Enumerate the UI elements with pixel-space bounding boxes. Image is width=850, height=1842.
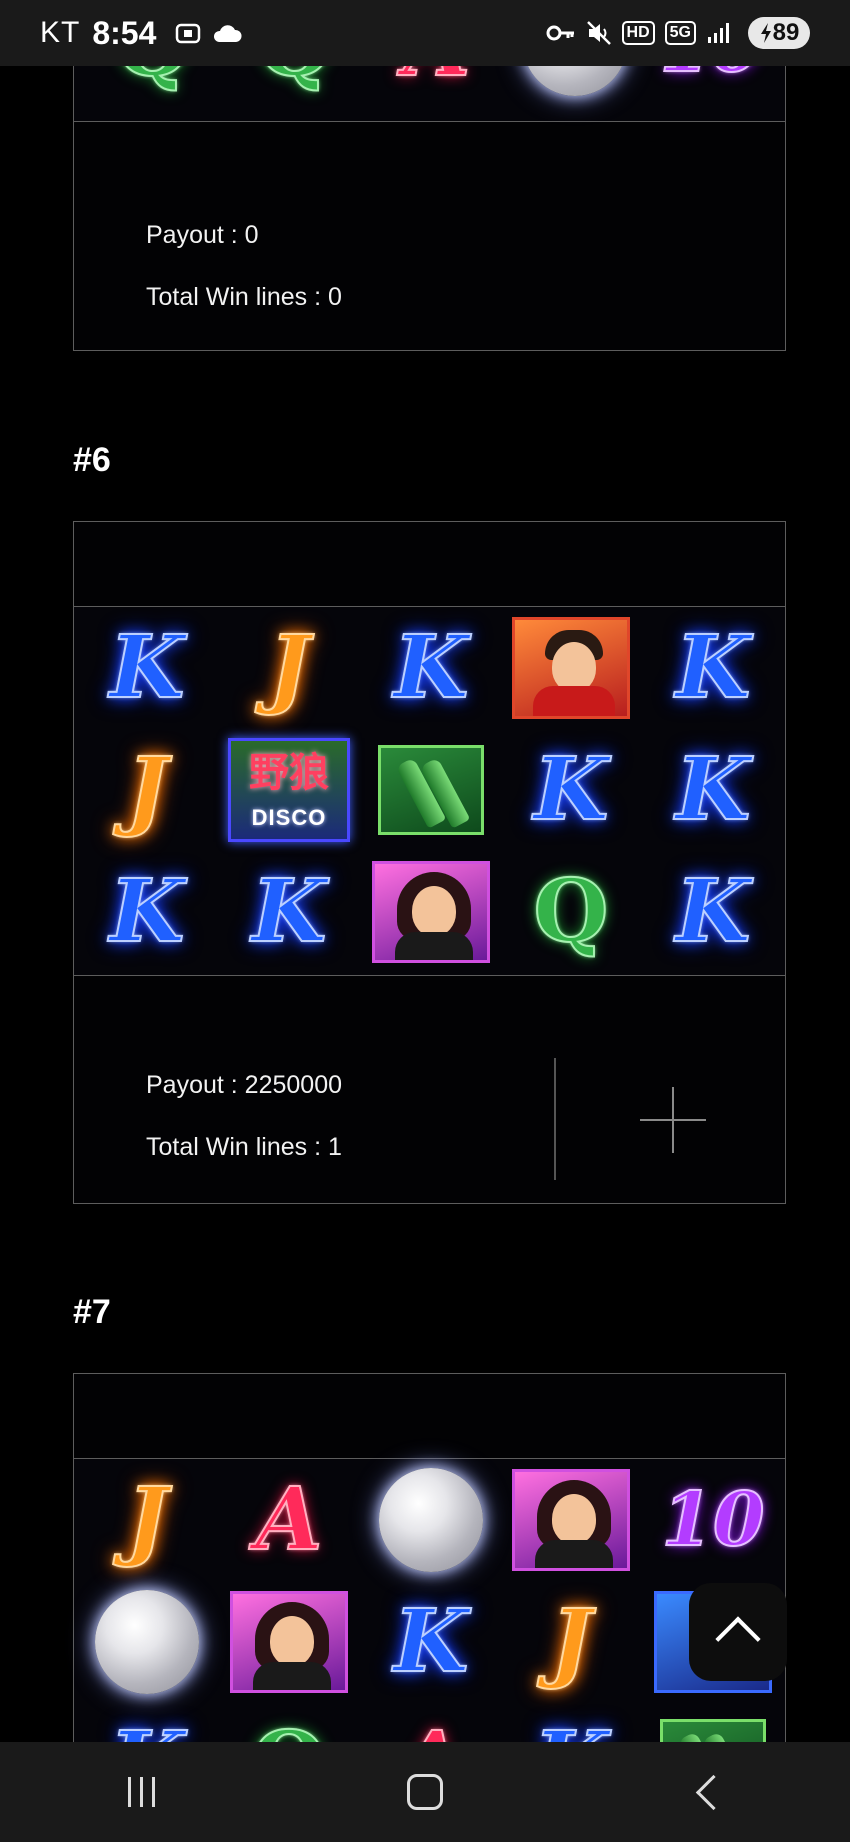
disco-title: 野狼 — [249, 751, 329, 795]
reel-symbol-j: J — [268, 617, 311, 718]
win-lines-text: Total Win lines : 1 — [146, 1133, 342, 1161]
battery-level: 89 — [772, 19, 800, 46]
divider — [554, 1058, 556, 1180]
reel-symbol-10: 10 — [661, 1477, 766, 1563]
reel-symbol-k: K — [675, 739, 752, 840]
woman-portrait-symbol — [500, 1459, 642, 1581]
reel-symbol-k: K — [76, 1703, 218, 1743]
cloud-icon — [214, 25, 242, 42]
spin-card-6: K J K K J 野狼 DISCO K K K K Q K Payout: … — [73, 521, 786, 1204]
home-button[interactable] — [365, 1752, 485, 1832]
moon-symbol — [360, 1459, 502, 1581]
reel-symbol-k: K — [500, 1703, 642, 1743]
scroll-content[interactable]: Q Q A 10 Payout : 0 Total Win lines : 0 … — [0, 0, 850, 1742]
payout-text: Payout : 2250000 — [146, 1071, 342, 1099]
reel-symbol-k: K — [393, 617, 470, 718]
carrier: KT — [40, 16, 81, 49]
woman-portrait-symbol — [360, 851, 502, 973]
chevron-up-icon — [715, 1616, 761, 1662]
battery-indicator: 89 — [748, 17, 810, 49]
spin-heading: #7 — [73, 1293, 111, 1331]
recents-icon — [128, 1777, 156, 1807]
reel-symbol-k: K — [109, 617, 186, 718]
payout-text: Payout : 0 — [146, 221, 259, 249]
win-lines-text: Total Win lines : 0 — [146, 283, 342, 311]
disco-wild-symbol: 野狼 DISCO — [218, 729, 360, 851]
spin-heading: #6 — [73, 441, 111, 479]
reel-symbol-j: J — [550, 1591, 593, 1692]
reel-symbol-a: A — [255, 1469, 324, 1570]
reel-symbol-k: K — [393, 1591, 470, 1692]
plus-icon[interactable] — [640, 1087, 706, 1153]
reel-symbol-k: K — [109, 861, 186, 962]
spin-card-7: J A 10 K J K Q A K — [73, 1373, 786, 1742]
reel-symbol-q: Q — [218, 1703, 360, 1743]
mute-icon — [586, 21, 611, 45]
disco-word: DISCO — [251, 805, 327, 830]
recents-button[interactable] — [82, 1752, 202, 1832]
reel-symbol-q: Q — [533, 861, 610, 962]
screenshot-icon — [176, 23, 201, 44]
man-portrait-symbol — [500, 607, 642, 729]
reel-symbol-k: K — [675, 617, 752, 718]
signal-icon — [708, 23, 729, 43]
reel-symbol-k: K — [533, 739, 610, 840]
reel-grid: K J K K J 野狼 DISCO K K K K Q K — [74, 606, 785, 976]
reel-symbol-a: A — [360, 1703, 502, 1743]
status-bar: KT 8:54 HD 5G 89 — [0, 0, 850, 66]
back-button[interactable] — [648, 1752, 768, 1832]
reel-symbol-j: J — [126, 739, 169, 840]
charging-icon — [760, 23, 771, 43]
scroll-to-top-button[interactable] — [689, 1583, 787, 1681]
reel-symbol-j: J — [126, 1469, 169, 1570]
clock: 8:54 — [92, 14, 157, 51]
back-icon — [695, 1774, 731, 1810]
champagne-symbol — [360, 729, 502, 851]
moon-symbol — [76, 1581, 218, 1703]
reel-grid: J A 10 K J K Q A K — [74, 1458, 785, 1742]
woman-portrait-symbol — [218, 1581, 360, 1703]
hd-icon: HD — [621, 21, 655, 45]
champagne-symbol — [642, 1703, 784, 1742]
reel-symbol-k: K — [675, 861, 752, 962]
5g-icon: 5G — [664, 21, 696, 45]
system-nav-bar — [0, 1742, 850, 1842]
home-icon — [406, 1774, 443, 1810]
reel-symbol-k: K — [251, 861, 328, 962]
vpn-key-icon — [546, 25, 574, 41]
